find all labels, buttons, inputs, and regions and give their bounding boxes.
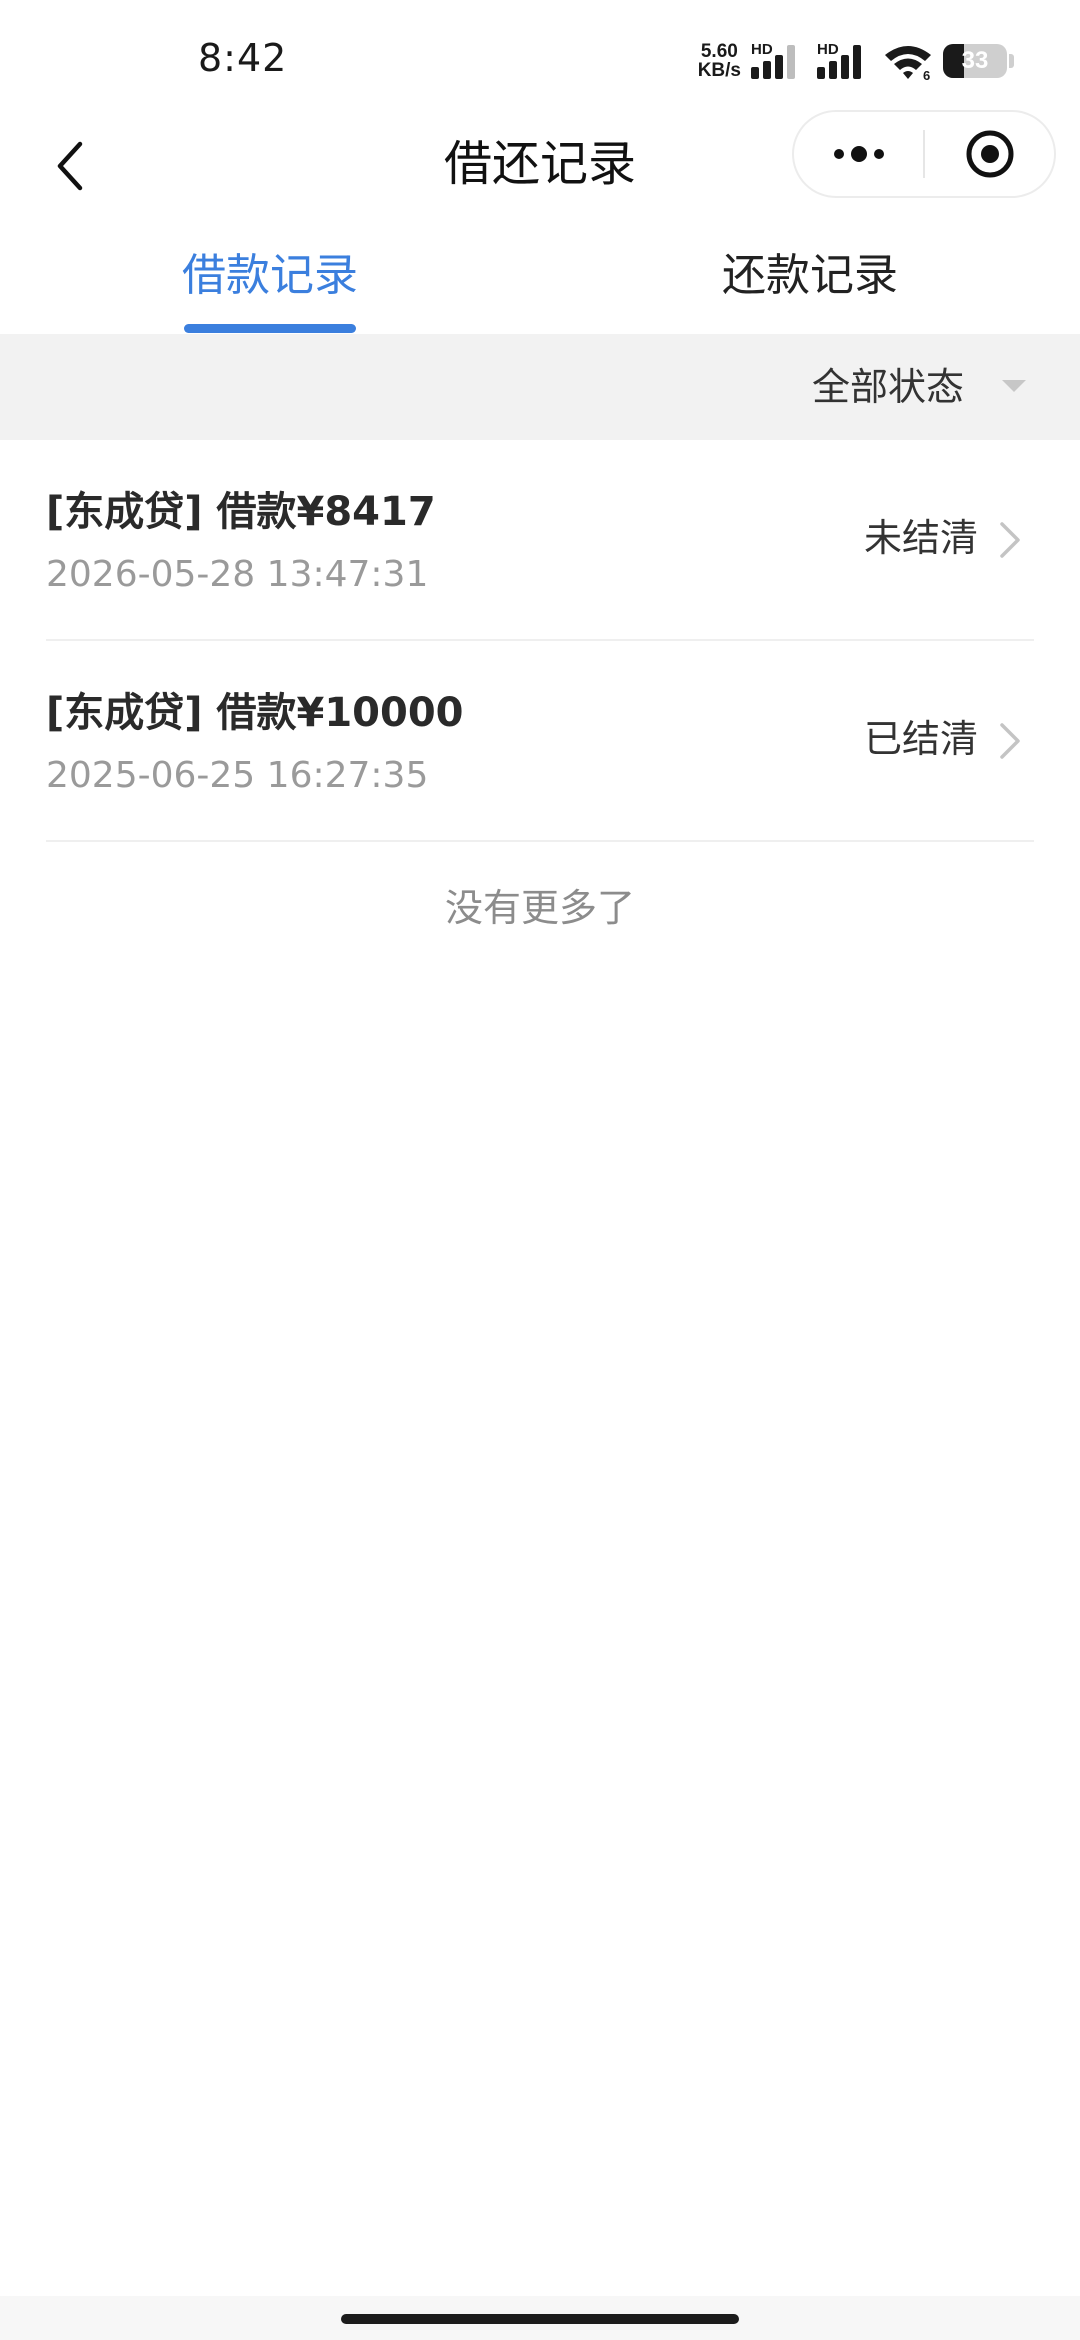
tab-bar: 借款记录 还款记录 bbox=[0, 230, 1080, 334]
list-item[interactable]: [东成贷] 借款¥8417 2026-05-28 13:47:31 未结清 bbox=[46, 440, 1034, 641]
status-filter-dropdown[interactable]: 全部状态 bbox=[812, 362, 964, 412]
tab-loan-records[interactable]: 借款记录 bbox=[0, 246, 540, 306]
record-status: 已结清 bbox=[863, 717, 978, 761]
record-status: 未结清 bbox=[863, 516, 978, 560]
mini-program-capsule bbox=[792, 110, 1056, 198]
battery-tip bbox=[1009, 54, 1014, 68]
more-button[interactable] bbox=[794, 112, 923, 196]
status-time: 8:42 bbox=[198, 36, 288, 80]
status-bar: 8:42 5.60 KB/s HD HD 6 33 bbox=[0, 0, 1080, 110]
status-indicators: 5.60 KB/s HD HD 6 33 bbox=[698, 40, 1014, 82]
chevron-right-icon bbox=[1000, 723, 1020, 759]
caret-down-icon[interactable] bbox=[1002, 380, 1026, 392]
more-dots-icon bbox=[833, 146, 884, 162]
signal-icon-2: HD bbox=[817, 41, 873, 81]
filter-bar: 全部状态 bbox=[0, 334, 1080, 440]
record-title: [东成贷] 借款¥10000 bbox=[46, 690, 464, 736]
record-title: [东成贷] 借款¥8417 bbox=[46, 489, 436, 535]
target-circle-icon bbox=[966, 130, 1013, 178]
battery-icon: 33 bbox=[943, 44, 1007, 78]
home-indicator[interactable] bbox=[341, 2314, 739, 2324]
loan-record-list: [东成贷] 借款¥8417 2026-05-28 13:47:31 未结清 [东… bbox=[46, 440, 1034, 842]
record-time: 2025-06-25 16:27:35 bbox=[46, 755, 429, 796]
tab-repayment-records[interactable]: 还款记录 bbox=[540, 246, 1080, 306]
nav-bar: 借还记录 bbox=[0, 110, 1080, 230]
wifi-label: 6 bbox=[923, 68, 930, 81]
network-speed: 5.60 KB/s bbox=[698, 42, 741, 80]
network-speed-value: 5.60 bbox=[700, 41, 738, 62]
battery-level: 33 bbox=[961, 47, 989, 74]
sim1-hd-label: HD bbox=[751, 41, 773, 58]
list-end-message: 没有更多了 bbox=[444, 886, 635, 930]
wifi-icon: 6 bbox=[885, 46, 931, 81]
active-tab-indicator bbox=[184, 324, 356, 333]
sim2-hd-label: HD bbox=[817, 41, 839, 58]
chevron-right-icon bbox=[1000, 522, 1020, 558]
close-mini-program-button[interactable] bbox=[925, 112, 1054, 196]
network-speed-unit: KB/s bbox=[697, 60, 741, 81]
signal-icon: HD bbox=[751, 41, 807, 81]
list-item[interactable]: [东成贷] 借款¥10000 2025-06-25 16:27:35 已结清 bbox=[46, 641, 1034, 842]
record-time: 2026-05-28 13:47:31 bbox=[46, 554, 429, 595]
